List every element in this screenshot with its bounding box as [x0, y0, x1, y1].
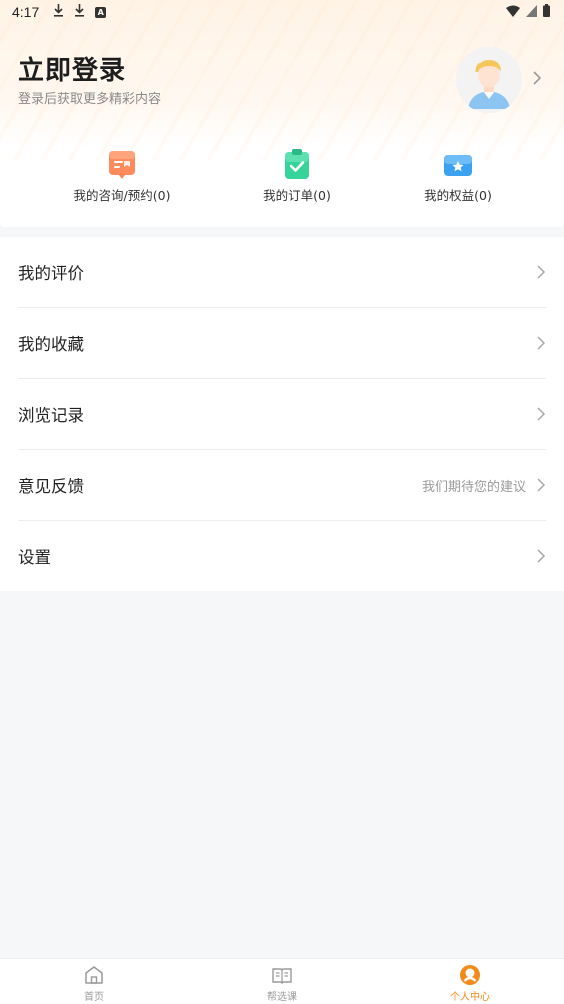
menu-list: 我的评价 我的收藏 浏览记录 意见反馈 我们期待您的建议 设置: [0, 237, 564, 591]
quick-action-label: 我的订单(0): [263, 188, 331, 203]
chevron-right-icon: [536, 333, 546, 353]
status-time: 4:17: [12, 4, 40, 20]
menu-item-history[interactable]: 浏览记录: [0, 379, 564, 449]
tab-home[interactable]: 首页: [0, 959, 188, 1004]
menu-item-label: 浏览记录: [18, 406, 84, 425]
order-clipboard-icon: [280, 147, 314, 181]
menu-item-reviews[interactable]: 我的评价: [0, 237, 564, 307]
battery-icon: [543, 4, 550, 21]
consult-icon: [105, 147, 139, 181]
quick-action-label: 我的咨询/预约(0): [73, 188, 171, 203]
quick-action-orders[interactable]: 我的订单(0): [203, 147, 391, 204]
book-icon: [271, 964, 293, 986]
home-icon: [83, 964, 105, 986]
download-icon: [74, 3, 85, 21]
tab-profile[interactable]: 个人中心: [376, 959, 564, 1004]
chevron-right-icon: [536, 262, 546, 282]
tab-course-select[interactable]: 帮选课: [188, 959, 376, 1004]
menu-item-hint: 我们期待您的建议: [421, 479, 526, 495]
quick-action-benefits[interactable]: 我的权益(0): [364, 147, 552, 204]
quick-action-consult[interactable]: 我的咨询/预约(0): [28, 147, 216, 204]
download-icon: [53, 3, 64, 21]
signal-icon: [526, 4, 537, 21]
benefit-box-icon: [441, 147, 475, 181]
user-avatar-icon[interactable]: [456, 47, 522, 113]
menu-item-feedback[interactable]: 意见反馈 我们期待您的建议: [0, 450, 564, 520]
status-bar: 4:17 A: [0, 0, 564, 24]
tab-label: 首页: [84, 992, 104, 1003]
menu-item-label: 我的评价: [18, 264, 84, 283]
font-icon: A: [95, 6, 107, 18]
status-right: [506, 4, 550, 21]
login-title[interactable]: 立即登录: [18, 50, 126, 87]
header-chevron-right-icon[interactable]: [532, 70, 546, 90]
menu-item-settings[interactable]: 设置: [0, 521, 564, 591]
tab-label: 帮选课: [267, 992, 297, 1003]
bottom-tab-bar: 首页 帮选课 个人中心: [0, 958, 564, 1004]
login-subtitle: 登录后获取更多精彩内容: [18, 92, 162, 107]
wifi-icon: [506, 5, 520, 21]
menu-item-label: 意见反馈: [18, 477, 84, 496]
quick-action-label: 我的权益(0): [424, 188, 492, 203]
chevron-right-icon: [536, 546, 546, 566]
chevron-right-icon: [536, 475, 546, 495]
menu-item-label: 我的收藏: [18, 335, 84, 354]
profile-header: 4:17 A 立即登录 登录后获取更多精彩内容 我的咨询/预约(0) 我的订单(…: [0, 0, 564, 227]
chevron-right-icon: [536, 404, 546, 424]
menu-item-label: 设置: [18, 548, 51, 567]
profile-icon: [459, 964, 481, 986]
tab-label: 个人中心: [450, 992, 490, 1003]
menu-item-favorites[interactable]: 我的收藏: [0, 308, 564, 378]
